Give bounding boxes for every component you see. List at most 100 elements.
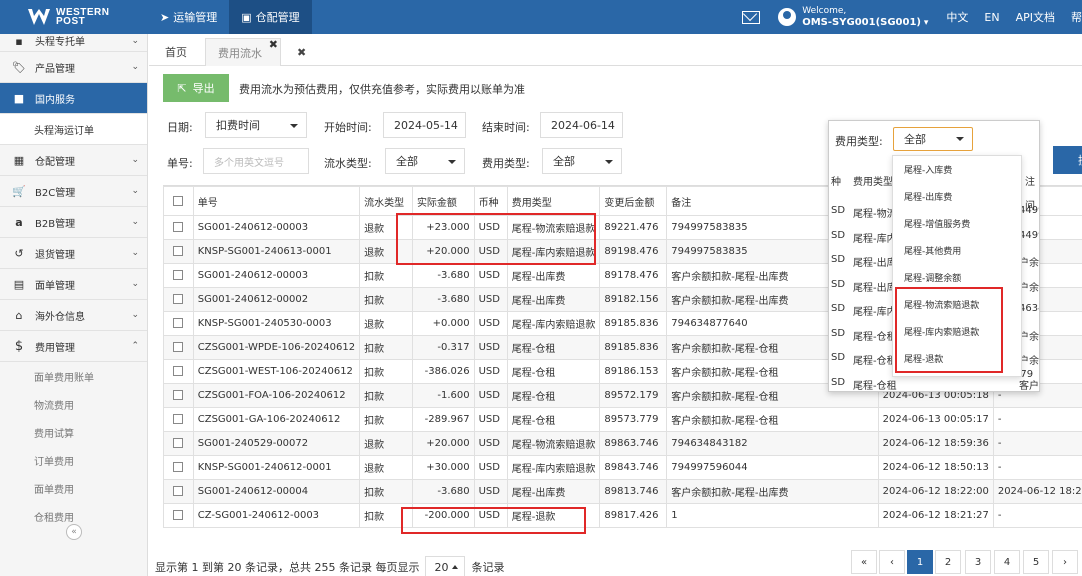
close-tab-icon[interactable]: ✖ <box>269 38 278 51</box>
collapse-sidebar-button[interactable]: « <box>66 524 82 540</box>
sidebar-item-b2c[interactable]: 🛒 B2C管理 ⌄ <box>0 176 147 207</box>
page-prev-button[interactable]: ‹ <box>879 550 905 574</box>
page-size-select[interactable]: 20 <box>425 556 466 576</box>
fee-type-select[interactable]: 全部 <box>542 148 622 174</box>
tab-fee-flow-label: 费用流水 <box>218 46 262 60</box>
overlay-fee-type-select[interactable]: 全部 <box>893 127 973 151</box>
page-5-button[interactable]: 5 <box>1023 550 1049 574</box>
caret-down-icon <box>956 137 964 141</box>
row-checkbox[interactable] <box>163 287 194 312</box>
col-header-after[interactable]: 变更后金额 <box>599 186 668 216</box>
tab-fee-flow[interactable]: 费用流水 ✖ <box>205 38 281 66</box>
overlay-bg-cell: 尾程-出库 <box>853 258 897 269</box>
row-checkbox[interactable] <box>163 455 194 480</box>
mail-icon[interactable] <box>742 10 761 24</box>
page-1-button[interactable]: 1 <box>907 550 933 574</box>
flow-type-select[interactable]: 全部 <box>385 148 465 174</box>
cell-currency: USD <box>473 359 508 384</box>
tab-home[interactable]: 首页 <box>153 38 199 66</box>
table-row[interactable]: SG001-240612-00004 扣款 -3.680 USD 尾程-出库费 89813… <box>163 479 1082 504</box>
logo[interactable]: WESTERN POST <box>0 0 148 34</box>
row-checkbox[interactable] <box>163 335 194 360</box>
page-first-button[interactable]: « <box>851 550 877 574</box>
topnav-warehouse[interactable]: ▣ 仓配管理 <box>229 0 312 34</box>
row-checkbox[interactable] <box>163 383 194 408</box>
row-checkbox[interactable] <box>163 503 194 528</box>
col-header-currency[interactable]: 币种 <box>473 186 508 216</box>
page-2-button[interactable]: 2 <box>935 550 961 574</box>
checkbox-icon <box>173 246 184 256</box>
row-checkbox[interactable] <box>163 431 194 456</box>
sidebar-item-overseas[interactable]: ⌂ 海外仓信息 ⌄ <box>0 300 147 331</box>
sidebar-item-returns[interactable]: ↺ 退货管理 ⌄ <box>0 238 147 269</box>
sidebar-sub-label-bill[interactable]: 面单费用账单 <box>0 362 147 390</box>
help-link[interactable]: 帮 <box>1071 9 1082 25</box>
date-type-value: 扣费时间 <box>216 119 260 132</box>
sidebar-item-fees[interactable]: $ 费用管理 ⌃ <box>0 331 147 362</box>
overlay-bg-cell: SD <box>831 327 846 339</box>
row-checkbox[interactable] <box>163 359 194 384</box>
order-no-input[interactable]: 多个用英文逗号 <box>203 148 309 174</box>
overlay-bg-cell: SD <box>831 278 846 290</box>
select-all-checkbox[interactable] <box>163 186 194 216</box>
flow-type-value: 全部 <box>396 155 418 168</box>
cell-remark: 1 <box>666 503 879 528</box>
sidebar-label: 仓配管理 <box>35 156 75 168</box>
cell-flow-type: 扣款 <box>359 359 413 384</box>
table-row[interactable]: SG001-240529-00072 退款 +20.000 USD 尾程-物流索赔退款 8… <box>163 431 1082 456</box>
lang-en[interactable]: EN <box>984 11 999 24</box>
date-label: 日期: <box>167 121 193 134</box>
row-checkbox[interactable] <box>163 311 194 336</box>
row-checkbox[interactable] <box>163 407 194 432</box>
option-inbound-fee[interactable]: 尾程-入库费 <box>893 156 1021 183</box>
table-row[interactable]: KNSP-SG001-240612-0001 退款 +30.000 USD 尾程-库内索… <box>163 455 1082 480</box>
cell-after-amount: 89817.426 <box>599 503 668 528</box>
chevron-down-icon: ⌄ <box>131 186 139 196</box>
sidebar-sub-order-fee[interactable]: 订单费用 <box>0 446 147 474</box>
end-time-input[interactable]: 2024-06-14 <box>540 112 623 138</box>
option-other-fee[interactable]: 尾程-其他费用 <box>893 237 1021 264</box>
lang-zh[interactable]: 中文 <box>946 9 968 25</box>
sidebar-item-products[interactable]: 🏷 产品管理 ⌄ <box>0 52 147 83</box>
sidebar-sub-trial[interactable]: 费用试算 <box>0 418 147 446</box>
option-value-added-fee[interactable]: 尾程-增值服务费 <box>893 210 1021 237</box>
close-all-tabs-icon[interactable]: ✖ <box>285 38 318 66</box>
page-3-button[interactable]: 3 <box>965 550 991 574</box>
user-menu[interactable]: Welcome, OMS-SYG001(SG001) ▾ <box>778 5 928 29</box>
col-header-fee-type[interactable]: 费用类型 <box>506 186 601 216</box>
page-next-button[interactable]: › <box>1052 550 1078 574</box>
page-4-button[interactable]: 4 <box>994 550 1020 574</box>
sidebar-item-sea-order[interactable]: 头程海运订单 <box>0 114 147 145</box>
sidebar-sub-logistics[interactable]: 物流费用 <box>0 390 147 418</box>
sidebar-item-labels[interactable]: ▤ 面单管理 ⌄ <box>0 269 147 300</box>
sidebar-sub-label-fee[interactable]: 面单费用 <box>0 474 147 502</box>
date-type-select[interactable]: 扣费时间 <box>205 112 307 138</box>
start-time-input[interactable]: 2024-05-14 <box>383 112 466 138</box>
col-header-no[interactable]: 单号 <box>192 186 361 216</box>
api-doc-link[interactable]: API文档 <box>1016 9 1055 25</box>
checkbox-icon <box>173 486 184 496</box>
cell-extra: - <box>992 407 1082 432</box>
cell-amount: -3.680 <box>411 263 475 288</box>
row-checkbox[interactable] <box>163 263 194 288</box>
option-outbound-fee[interactable]: 尾程-出库费 <box>893 183 1021 210</box>
row-checkbox[interactable] <box>163 239 194 264</box>
avatar-icon <box>778 8 797 26</box>
table-row[interactable]: CZSG001-GA-106-20240612 扣款 -289.967 USD 尾程-仓… <box>163 407 1082 432</box>
table-row[interactable]: CZ-SG001-240612-0003 扣款 -200.000 USD 尾程-退款 89… <box>163 503 1082 528</box>
box-icon: ▣ <box>241 10 252 24</box>
search-button[interactable]: 搜 <box>1053 146 1082 174</box>
cell-after-amount: 89573.779 <box>599 407 668 432</box>
col-header-amount[interactable]: 实际金额 <box>411 186 475 216</box>
sidebar-item-partial[interactable]: ▪ 头程专托单 ⌄ <box>0 34 147 52</box>
sidebar-item-b2b[interactable]: a B2B管理 ⌄ <box>0 207 147 238</box>
sidebar-item-warehouse[interactable]: ▦ 仓配管理 ⌄ <box>0 145 147 176</box>
cell-order-no: SG001-240612-00004 <box>192 479 361 504</box>
checkbox-icon <box>173 294 184 304</box>
export-button[interactable]: ⇱ 导出 <box>163 74 229 102</box>
sidebar-item-domestic[interactable]: ■ 国内服务 <box>0 83 147 114</box>
row-checkbox[interactable] <box>163 479 194 504</box>
row-checkbox[interactable] <box>163 215 194 240</box>
col-header-flow-type[interactable]: 流水类型 <box>359 186 413 216</box>
topnav-transport[interactable]: ➤ 运输管理 <box>148 0 229 34</box>
